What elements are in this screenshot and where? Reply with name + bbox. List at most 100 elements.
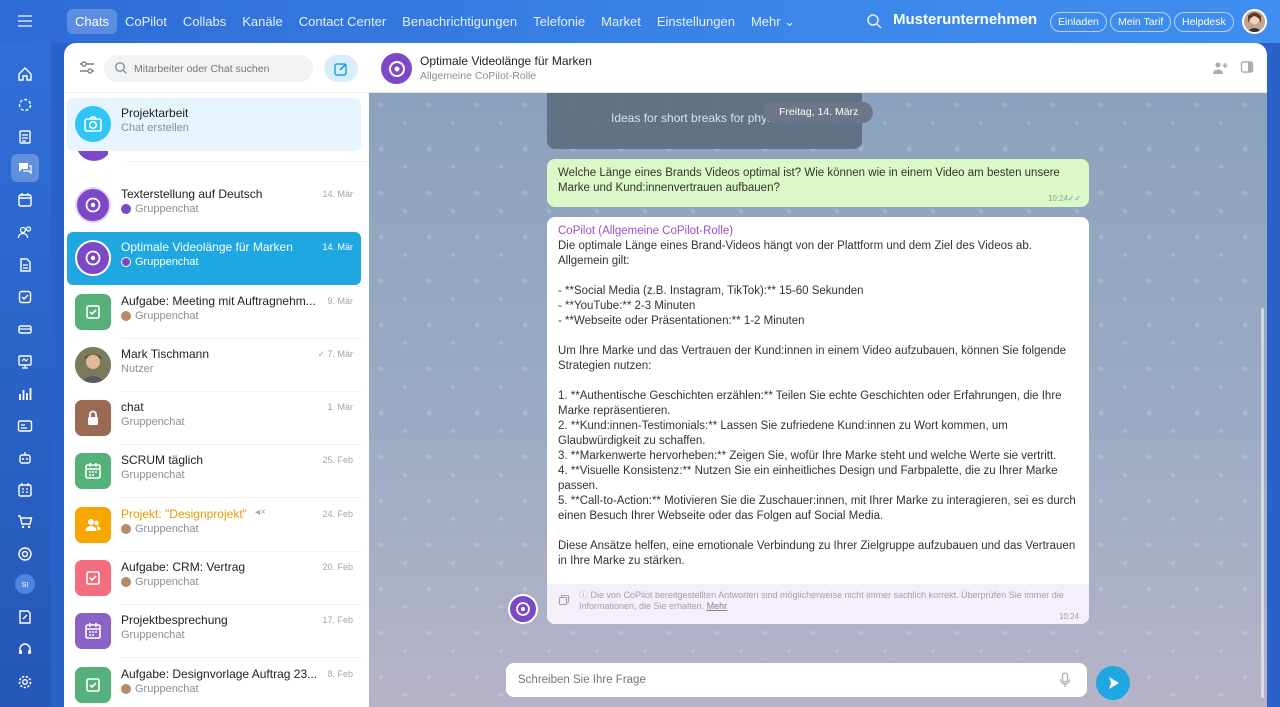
home-icon[interactable] <box>14 63 36 85</box>
list-item[interactable]: Aufgabe: Designvorlage Auftrag 23... Gru… <box>67 659 361 707</box>
chat-subtitle: Gruppenchat <box>135 523 199 535</box>
plan-button[interactable]: Mein Tarif <box>1110 12 1172 32</box>
chat-subtitle: Gruppenchat <box>121 416 185 428</box>
chat-name: Projektbesprechung <box>121 613 228 627</box>
presentation-icon[interactable] <box>14 351 36 373</box>
chat-subtitle: Gruppenchat <box>121 629 185 641</box>
chat-search-input[interactable] <box>134 55 304 82</box>
top-bar: Chats CoPilot Collabs Kanäle Contact Cen… <box>0 0 1280 43</box>
nav-chats[interactable]: Chats <box>67 9 117 34</box>
chat-subtitle-wrap: Gruppenchat <box>121 256 199 268</box>
nav-channels[interactable]: Kanäle <box>234 9 290 34</box>
user-mini-avatar <box>121 577 131 587</box>
copilot-icon[interactable] <box>14 94 36 116</box>
list-item[interactable]: Texterstellung auf Deutsch Gruppenchat 1… <box>67 179 361 232</box>
documents-icon[interactable] <box>14 254 36 276</box>
switch-icon[interactable]: ≈ <box>1025 13 1032 27</box>
gear-icon[interactable] <box>14 671 36 693</box>
cart-icon[interactable] <box>14 511 36 533</box>
disclaimer-text: ⓘ Die von CoPilot bereitgestellten Antwo… <box>579 590 1064 611</box>
list-item[interactable]: chat Gruppenchat 1. Mär <box>67 392 361 445</box>
nav-copilot[interactable]: CoPilot <box>117 9 175 34</box>
nav-market[interactable]: Market <box>593 9 649 34</box>
chat-name: Projektarbeit <box>121 106 189 120</box>
list-item[interactable]: Aufgabe: Meeting mit Auftragnehm... Grup… <box>67 286 361 339</box>
mute-icon: ◂× <box>255 507 266 518</box>
nav-more[interactable]: Mehr ⌄ <box>743 9 803 34</box>
copilot-avatar-icon <box>75 240 111 276</box>
message-author: CoPilot (Allgemeine CoPilot-Rolle) <box>558 225 734 237</box>
list-item-active[interactable]: Optimale Videolänge für Marken Gruppench… <box>67 232 361 285</box>
chat-name: Aufgabe: Designvorlage Auftrag 23... <box>121 667 318 681</box>
chat-title[interactable]: Optimale Videolänge für Marken <box>420 54 592 68</box>
list-item[interactable]: Mark Tischmann Nutzer ✓ 7. Mär <box>67 339 361 392</box>
chats-icon[interactable] <box>11 154 39 182</box>
camera-icon <box>75 106 111 142</box>
contacts-icon[interactable] <box>14 221 36 243</box>
chat-subtitle: Nutzer <box>121 363 154 375</box>
list-item[interactable]: Projektbesprechung Gruppenchat 17. Feb <box>67 605 361 658</box>
analytics-icon[interactable] <box>14 383 36 405</box>
robot-icon[interactable] <box>14 447 36 469</box>
microphone-icon[interactable] <box>1059 672 1071 693</box>
user-initials-avatar[interactable]: SI <box>15 574 35 594</box>
chat-subtitle-wrap: Gruppenchat <box>121 203 199 215</box>
message-input[interactable] <box>518 663 1038 697</box>
crm-icon[interactable] <box>14 318 36 340</box>
list-item[interactable]: Projekt: "Designprojekt" ◂× Gruppenchat … <box>67 499 361 552</box>
copilot-mini-icon <box>121 204 131 214</box>
user-avatar[interactable] <box>1242 9 1267 34</box>
feed-icon[interactable] <box>14 126 36 148</box>
nav-telephony[interactable]: Telefonie <box>525 9 593 34</box>
chat-subtitle: Gruppenchat <box>135 683 199 695</box>
copilot-avatar-icon[interactable] <box>381 53 412 84</box>
company-name[interactable]: Musterunternehmen <box>893 11 1037 28</box>
task-icon <box>75 560 111 596</box>
user-message[interactable]: Welche Länge eines Brands Videos optimal… <box>547 159 1089 207</box>
main-nav: Chats CoPilot Collabs Kanäle Contact Cen… <box>67 9 803 34</box>
sidebar-toggle-icon[interactable] <box>1240 60 1254 79</box>
list-item[interactable]: Aufgabe: CRM: Vertrag Gruppenchat 20. Fe… <box>67 552 361 605</box>
partial-avatar <box>76 151 108 161</box>
chat-date: 17. Feb <box>322 615 353 625</box>
search-icon[interactable] <box>866 13 882 29</box>
chat-date: 20. Feb <box>322 562 353 572</box>
list-item[interactable]: Projektarbeit Chat erstellen <box>67 98 361 151</box>
nav-contact-center[interactable]: Contact Center <box>291 9 394 34</box>
chat-subtitle: Gruppenchat <box>135 256 199 268</box>
send-button[interactable] <box>1096 666 1130 700</box>
nav-collabs[interactable]: Collabs <box>175 9 234 34</box>
helpdesk-button[interactable]: Helpdesk <box>1174 12 1234 32</box>
chat-header: Optimale Videolänge für Marken Allgemein… <box>369 43 1267 93</box>
invite-button[interactable]: Einladen <box>1050 12 1107 32</box>
search-icon <box>114 61 128 80</box>
calendar-icon[interactable] <box>14 189 36 211</box>
chat-subtitle: Gruppenchat <box>135 576 199 588</box>
list-item[interactable]: SCRUM täglich Gruppenchat 25. Feb <box>67 445 361 498</box>
group-icon <box>75 507 111 543</box>
copilot-message-text: Die optimale Länge eines Brand-Videos hä… <box>558 240 1076 567</box>
add-user-icon[interactable] <box>1212 60 1228 81</box>
user-photo-avatar <box>75 347 111 383</box>
chat-subtitle: Gruppenchat <box>121 469 185 481</box>
nav-notifications[interactable]: Benachrichtigungen <box>394 9 525 34</box>
hamburger-menu-icon[interactable] <box>15 12 35 30</box>
chat-name: Aufgabe: Meeting mit Auftragnehm... <box>121 294 316 308</box>
chat-name: Mark Tischmann <box>121 347 210 361</box>
more-link[interactable]: Mehr <box>707 601 728 611</box>
chat-date: 8. Feb <box>327 669 353 679</box>
notes-icon[interactable] <box>14 606 36 628</box>
target-icon[interactable] <box>14 543 36 565</box>
planner-icon[interactable] <box>14 479 36 501</box>
headset-icon[interactable] <box>14 638 36 660</box>
copilot-message[interactable]: CoPilot (Allgemeine CoPilot-Rolle) Die o… <box>547 217 1089 624</box>
copy-icon[interactable] <box>558 593 570 611</box>
tasks-icon[interactable] <box>14 286 36 308</box>
copilot-avatar-icon <box>508 594 538 624</box>
filter-icon[interactable] <box>78 59 96 77</box>
nav-settings[interactable]: Einstellungen <box>649 9 743 34</box>
chat-subtitle: Gruppenchat <box>135 310 199 322</box>
id-card-icon[interactable] <box>14 415 36 437</box>
scrollbar[interactable] <box>1261 308 1264 698</box>
compose-button[interactable] <box>324 55 358 82</box>
